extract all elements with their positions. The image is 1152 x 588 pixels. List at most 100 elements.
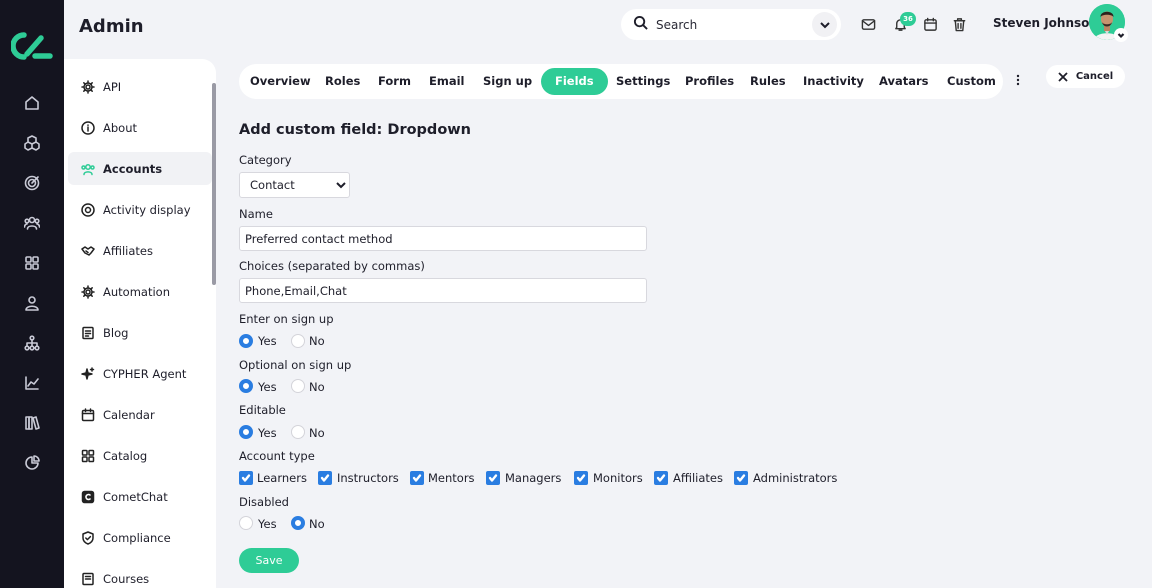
mentors-checkbox[interactable] (410, 471, 424, 485)
cancel-button[interactable]: Cancel (1046, 65, 1125, 88)
user-name[interactable]: Steven Johnson (993, 16, 1098, 30)
check-icon (320, 474, 330, 482)
disabled-no-radio[interactable] (291, 516, 305, 530)
tab-sign-up[interactable]: Sign up (472, 68, 543, 95)
optional-yes-label: Yes (258, 380, 277, 394)
choices-label: Choices (separated by commas) (239, 259, 425, 273)
chevron-down-icon[interactable] (1114, 28, 1128, 42)
cometchat-icon (81, 490, 95, 504)
sidebar-item-cometchat[interactable]: CometChat (68, 480, 212, 513)
sidebar-item-label: API (103, 79, 122, 94)
sidebar-item-affiliates[interactable]: Affiliates (68, 234, 212, 267)
pie-chart-icon[interactable] (22, 453, 42, 473)
sidebar-item-label: About (103, 120, 138, 135)
gear-icon (81, 284, 95, 299)
save-button[interactable]: Save (239, 548, 299, 573)
mail-icon[interactable] (859, 15, 877, 33)
tab-bar: Overview Roles Form Email Sign up Fields… (239, 64, 1003, 99)
search-icon (633, 15, 648, 34)
check-icon (736, 474, 746, 482)
calendar-icon[interactable] (921, 15, 939, 33)
tab-roles[interactable]: Roles (314, 68, 371, 95)
sidebar-item-automation[interactable]: Automation (68, 275, 212, 308)
tab-profiles[interactable]: Profiles (674, 68, 745, 95)
sidebar-item-compliance[interactable]: Compliance (68, 521, 212, 554)
managers-checkbox[interactable] (486, 471, 500, 485)
app-logo[interactable] (10, 32, 53, 60)
enter-yes-radio[interactable] (239, 334, 253, 348)
monitors-checkbox[interactable] (574, 471, 588, 485)
user-icon[interactable] (22, 293, 42, 313)
more-options-icon[interactable] (1012, 73, 1024, 87)
enter-no-radio[interactable] (291, 334, 305, 348)
home-icon[interactable] (22, 93, 42, 113)
tab-avatars[interactable]: Avatars (868, 68, 940, 95)
grid-icon (81, 449, 95, 463)
settings-sidebar: API About Accounts Activity display Affi… (64, 59, 216, 588)
optional-yes-radio[interactable] (239, 379, 253, 393)
name-label: Name (239, 207, 273, 221)
tab-email[interactable]: Email (418, 68, 475, 95)
users-icon[interactable] (22, 213, 42, 233)
sidebar-item-blog[interactable]: Blog (68, 316, 212, 349)
enter-no-label: No (309, 334, 325, 348)
optional-no-label: No (309, 380, 325, 394)
tab-settings[interactable]: Settings (605, 68, 681, 95)
choices-input[interactable] (239, 278, 647, 303)
tab-inactivity[interactable]: Inactivity (792, 68, 875, 95)
sidebar-item-catalog[interactable]: Catalog (68, 439, 212, 472)
books-icon[interactable] (22, 413, 42, 433)
instructors-checkbox[interactable] (318, 471, 332, 485)
administrators-label: Administrators (753, 471, 838, 485)
tab-form[interactable]: Form (367, 68, 422, 95)
check-icon (241, 474, 251, 482)
editable-no-radio[interactable] (291, 425, 305, 439)
sidebar-item-api[interactable]: API (68, 70, 212, 103)
disabled-yes-radio[interactable] (239, 516, 253, 530)
tab-rules[interactable]: Rules (739, 68, 797, 95)
sidebar-item-accounts[interactable]: Accounts (68, 152, 212, 185)
optional-no-radio[interactable] (291, 379, 305, 393)
sidebar-item-cypher-agent[interactable]: CYPHER Agent (68, 357, 212, 390)
search-input[interactable] (656, 17, 796, 32)
cubes-icon[interactable] (22, 133, 42, 153)
administrators-checkbox[interactable] (734, 471, 748, 485)
tab-overview[interactable]: Overview (239, 68, 322, 95)
check-icon (412, 474, 422, 482)
enter-yes-label: Yes (258, 334, 277, 348)
optional-on-signup-label: Optional on sign up (239, 358, 352, 372)
target-icon[interactable] (22, 173, 42, 193)
tab-custom[interactable]: Custom (936, 68, 1007, 95)
page-title: Admin (79, 16, 144, 37)
sidebar-item-courses[interactable]: Courses (68, 562, 212, 588)
tab-fields[interactable]: Fields (541, 68, 608, 95)
trash-icon[interactable] (950, 15, 968, 33)
check-icon (656, 474, 666, 482)
sidebar-scrollbar[interactable] (212, 83, 216, 285)
shield-icon (81, 530, 95, 545)
sidebar-item-label: Activity display (103, 202, 191, 217)
chart-line-icon[interactable] (22, 373, 42, 393)
search-box[interactable] (621, 9, 841, 40)
editable-yes-radio[interactable] (239, 425, 253, 439)
search-dropdown-button[interactable] (812, 12, 837, 37)
sidebar-item-label: CYPHER Agent (103, 366, 187, 381)
enter-on-signup-label: Enter on sign up (239, 312, 334, 326)
handshake-icon (81, 244, 95, 258)
sidebar-item-about[interactable]: About (68, 111, 212, 144)
managers-label: Managers (505, 471, 562, 485)
name-input[interactable] (239, 226, 647, 251)
learners-checkbox[interactable] (239, 471, 253, 485)
account-type-label: Account type (239, 449, 315, 463)
sidebar-item-activity-display[interactable]: Activity display (68, 193, 212, 226)
affiliates-checkbox[interactable] (654, 471, 668, 485)
sidebar-item-label: Affiliates (103, 243, 153, 258)
sitemap-icon[interactable] (22, 333, 42, 353)
category-select[interactable]: Contact (239, 172, 350, 198)
disabled-yes-label: Yes (258, 517, 277, 531)
sidebar-item-calendar[interactable]: Calendar (68, 398, 212, 431)
grid-icon[interactable] (22, 253, 42, 273)
close-icon (1058, 71, 1068, 82)
affiliates-label: Affiliates (673, 471, 723, 485)
document-icon (81, 326, 95, 340)
